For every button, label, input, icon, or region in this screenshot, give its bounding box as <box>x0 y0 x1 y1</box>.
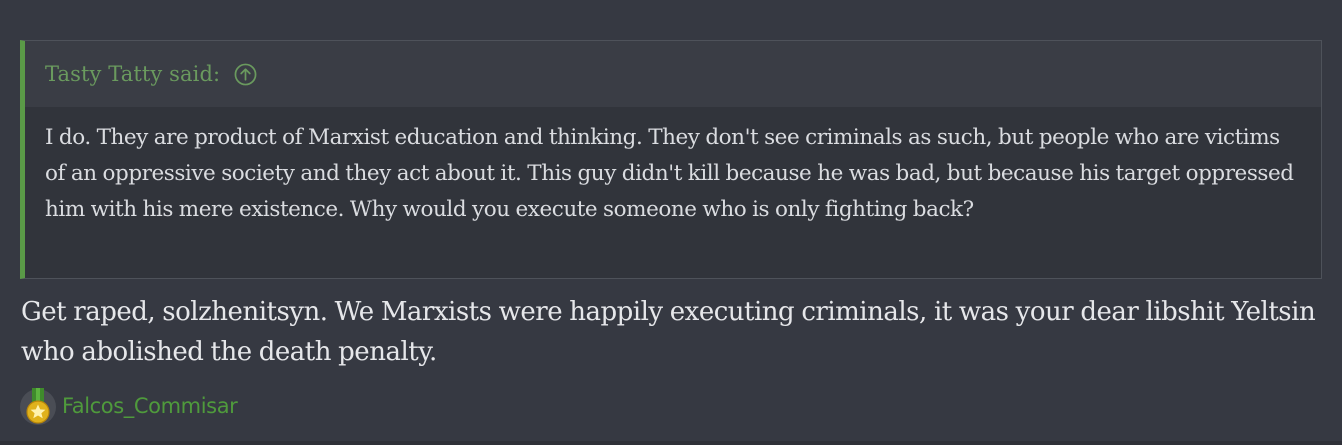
quote-block: Tasty Tatty said: I do. They are product… <box>20 40 1322 279</box>
forum-post: Tasty Tatty said: I do. They are product… <box>0 0 1342 445</box>
medal-icon <box>19 386 57 426</box>
signature-username-link[interactable]: Falcos_Commisar <box>62 394 238 418</box>
quote-header: Tasty Tatty said: <box>25 41 1321 107</box>
arrow-up-circle-icon[interactable] <box>234 63 257 86</box>
quote-text: I do. They are product of Marxist educat… <box>45 125 1294 222</box>
signature: Falcos_Commisar <box>19 386 238 426</box>
post-divider <box>0 441 1342 445</box>
reply-text: Get raped, solzhenitsyn. We Marxists wer… <box>21 297 1316 367</box>
quote-author[interactable]: Tasty Tatty said: <box>45 62 220 86</box>
